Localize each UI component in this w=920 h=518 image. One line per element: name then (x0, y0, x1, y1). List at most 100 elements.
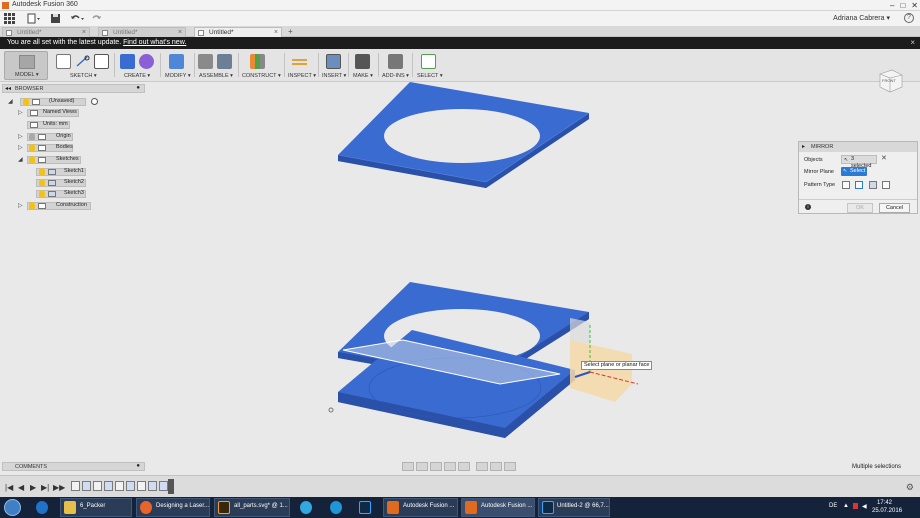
expand-triangle-icon[interactable]: ▷ (18, 109, 23, 118)
new-tab-button[interactable]: + (288, 27, 293, 36)
timeline-feature-extrude[interactable] (148, 481, 157, 491)
activate-radio-icon[interactable] (91, 98, 98, 105)
user-menu[interactable]: Adriana Cabrera ▾ (833, 14, 890, 22)
go-to-end-button[interactable]: ▶▶ (53, 483, 65, 492)
help-icon[interactable]: ? (904, 13, 914, 23)
tree-item-sketch2[interactable]: Sketch2 (36, 178, 88, 187)
timeline-feature-move[interactable] (159, 481, 168, 491)
collapse-triangle-icon[interactable]: ◢ (18, 156, 23, 165)
collapse-triangle-icon[interactable]: ◢ (8, 98, 13, 107)
mirror-plane-select-button[interactable]: ↖ Select (841, 167, 867, 176)
mirror-dialog-header[interactable]: ▸ MIRROR (799, 142, 917, 152)
insert-menu[interactable]: INSERT ▾ (320, 51, 348, 81)
info-icon[interactable]: i (805, 204, 811, 210)
pattern-components-icon[interactable] (882, 181, 890, 189)
taskbar-explorer[interactable]: 6_Packer (60, 498, 132, 517)
taskbar-firefox[interactable]: Designing a Laser... (136, 498, 210, 517)
step-back-button[interactable]: ◀ (18, 483, 24, 492)
maximize-button[interactable]: □ (900, 1, 905, 10)
fit-icon[interactable] (458, 462, 470, 471)
tab-untitled-1[interactable]: Untitled* × (2, 27, 90, 37)
taskbar-fusion-2[interactable]: Autodesk Fusion ... (461, 498, 535, 517)
insert-image-icon[interactable] (326, 54, 341, 69)
visibility-bulb-icon[interactable] (39, 168, 45, 175)
close-notification-icon[interactable]: × (910, 37, 915, 49)
pattern-faces-icon[interactable] (842, 181, 850, 189)
visibility-bulb-icon[interactable] (29, 202, 35, 209)
close-tab-icon[interactable]: × (274, 28, 278, 37)
top-body[interactable] (337, 82, 590, 188)
viewcube[interactable]: FRONT (876, 66, 904, 94)
whats-new-link[interactable]: Find out what's new. (123, 39, 186, 46)
expand-triangle-icon[interactable]: ▷ (18, 133, 23, 142)
look-at-icon[interactable] (416, 462, 428, 471)
volume-icon[interactable]: ◀ (862, 503, 867, 510)
inspect-menu[interactable]: INSPECT ▾ (286, 51, 316, 81)
timeline-feature-sketch[interactable] (93, 481, 102, 491)
orbit-icon[interactable] (402, 462, 414, 471)
tree-item-named-views[interactable]: ▷ Named Views (18, 108, 80, 117)
collapse-arrow-icon[interactable]: ◂◂ (5, 85, 11, 92)
clear-selection-icon[interactable]: ✕ (881, 154, 887, 162)
timeline-feature-extrude[interactable] (104, 481, 113, 491)
tree-item-sketch3[interactable]: Sketch3 (36, 189, 88, 198)
minimize-button[interactable]: – (890, 1, 894, 10)
joint-icon[interactable] (217, 54, 232, 69)
timeline-settings-icon[interactable]: ⚙ (906, 482, 914, 493)
comments-panel[interactable]: COMMENTS ● (2, 462, 145, 471)
close-tab-icon[interactable]: × (82, 28, 86, 37)
taskbar-photoshop[interactable]: Untitled-2 @ 66,7... (538, 498, 610, 517)
tab-untitled-2[interactable]: Untitled* × (98, 27, 186, 37)
clock-time[interactable]: 17:42 (877, 500, 892, 506)
save-icon[interactable] (50, 13, 61, 24)
grid-settings-icon[interactable] (490, 462, 502, 471)
tree-item-sketch1[interactable]: Sketch1 (36, 167, 88, 176)
objects-selection[interactable]: ↖ 3 selected (841, 155, 877, 169)
expand-triangle-icon[interactable]: ▷ (18, 202, 23, 211)
zoom-icon[interactable] (444, 462, 456, 471)
select-icon[interactable] (421, 54, 436, 69)
form-icon[interactable] (139, 54, 154, 69)
tree-root-unsaved[interactable]: ◢ (Unsaved) (8, 97, 98, 106)
timeline-feature-extrude[interactable] (82, 481, 91, 491)
clock-date[interactable]: 25.07.2016 (872, 508, 902, 514)
3d-print-icon[interactable] (355, 54, 370, 69)
taskbar-fusion-1[interactable]: Autodesk Fusion ... (383, 498, 458, 517)
tree-item-origin[interactable]: ▷ Origin (18, 132, 74, 141)
select-menu[interactable]: SELECT ▾ (414, 51, 444, 81)
scripts-icon[interactable] (388, 54, 403, 69)
go-to-start-button[interactable]: |◀ (5, 483, 13, 492)
play-button[interactable]: ▶ (30, 483, 36, 492)
create-sketch-icon[interactable] (56, 54, 71, 69)
add-ins-menu[interactable]: ADD-INS ▾ (380, 51, 412, 81)
grid-menu-icon[interactable] (4, 13, 15, 24)
pan-hand-icon[interactable] (430, 462, 442, 471)
line-icon[interactable] (75, 54, 90, 69)
press-pull-icon[interactable] (169, 54, 184, 69)
expand-triangle-icon[interactable]: ▷ (18, 144, 23, 153)
tree-item-construction[interactable]: ▷ Construction (18, 201, 92, 210)
browser-pin-icon[interactable]: ● (136, 85, 140, 91)
timeline-feature-sketch[interactable] (137, 481, 146, 491)
modify-menu[interactable]: MODIFY ▾ (164, 51, 194, 81)
redo-icon[interactable] (90, 13, 104, 24)
offset-plane-icon[interactable] (250, 54, 265, 69)
tree-item-sketches[interactable]: ◢ Sketches (18, 155, 82, 164)
pattern-features-icon[interactable] (869, 181, 877, 189)
taskbar-photoshop-pinned[interactable] (355, 499, 375, 516)
display-settings-icon[interactable] (476, 462, 488, 471)
timeline-feature-sketch[interactable] (115, 481, 124, 491)
workspace-switcher[interactable]: MODEL ▾ (4, 51, 48, 80)
extrude-icon[interactable] (120, 54, 135, 69)
tab-untitled-3[interactable]: Untitled* × (194, 27, 282, 37)
taskbar-app-c[interactable] (296, 499, 316, 516)
cancel-button[interactable]: Cancel (879, 203, 910, 213)
visibility-bulb-icon[interactable] (29, 144, 35, 151)
visibility-bulb-icon[interactable] (23, 98, 29, 105)
taskbar-edge[interactable] (32, 499, 52, 516)
visibility-bulb-icon[interactable] (29, 133, 35, 140)
3d-viewport[interactable] (0, 82, 920, 475)
file-icon[interactable] (27, 13, 41, 24)
create-menu[interactable]: CREATE ▾ (118, 51, 158, 81)
ok-button[interactable]: OK (847, 203, 873, 213)
